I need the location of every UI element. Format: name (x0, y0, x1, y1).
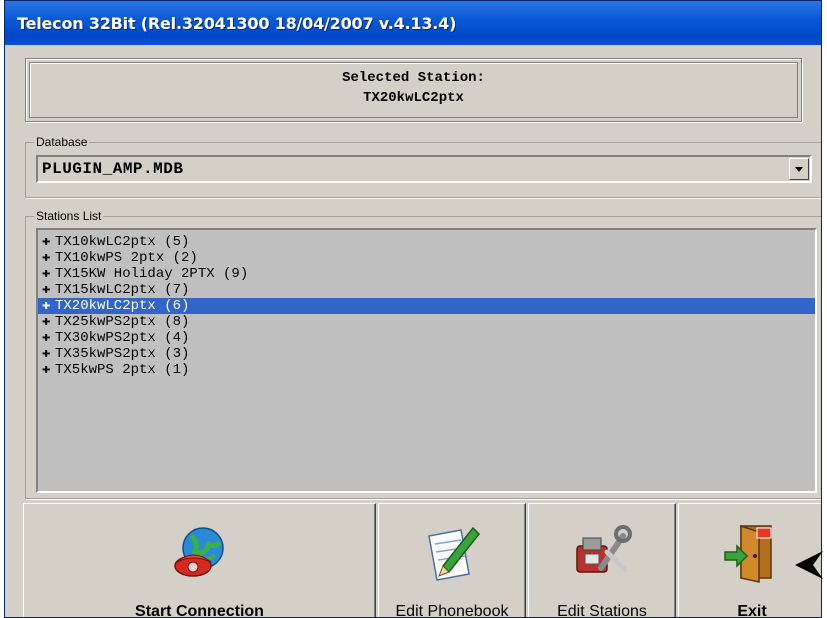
list-item[interactable]: ✚ TX10kwPS 2ptx (2) (38, 250, 815, 266)
list-item[interactable]: ✚ TX25kwPS2ptx (8) (38, 314, 815, 330)
list-item-label: TX15KW Holiday 2PTX (9) (55, 266, 249, 282)
database-group: Database PLUGIN_AMP.MDB (25, 135, 821, 198)
list-item[interactable]: ✚ TX35kwPS2ptx (3) (38, 346, 815, 362)
list-item[interactable]: ✚ TX10kwLC2ptx (5) (38, 234, 815, 250)
edit-phonebook-label: Edit Phonebook (395, 603, 509, 618)
title-bar[interactable]: Telecon 32Bit (Rel.32041300 18/04/2007 v… (5, 1, 821, 45)
plus-icon[interactable]: ✚ (42, 346, 53, 362)
list-item-label: TX30kwPS2ptx (4) (55, 330, 190, 346)
list-item-label: TX20kwLC2ptx (6) (55, 298, 190, 314)
app-window: Telecon 32Bit (Rel.32041300 18/04/2007 v… (4, 0, 822, 618)
database-select[interactable]: PLUGIN_AMP.MDB (36, 155, 812, 183)
plus-icon[interactable]: ✚ (42, 362, 53, 378)
edit-stations-label: Edit Stations (557, 603, 647, 618)
plus-icon[interactable]: ✚ (42, 298, 53, 314)
edit-phonebook-button[interactable]: Edit Phonebook (378, 503, 526, 618)
selected-station-value: TX20kwLC2ptx (363, 90, 464, 106)
list-item-label: TX5kwPS 2ptx (1) (55, 362, 190, 378)
exit-door-icon (724, 524, 772, 583)
stations-list[interactable]: ✚ TX10kwLC2ptx (5) ✚ TX10kwPS 2ptx (2) ✚ TX15… (36, 228, 817, 493)
database-value: PLUGIN_AMP.MDB (42, 160, 184, 178)
window-title: Telecon 32Bit (Rel.32041300 18/04/2007 v… (17, 14, 457, 33)
list-item-label: TX10kwLC2ptx (5) (55, 234, 190, 250)
database-label: Database (34, 135, 90, 149)
database-dropdown-button[interactable] (789, 158, 809, 180)
list-item[interactable]: ✚ TX30kwPS2ptx (4) (38, 330, 815, 346)
list-item[interactable]: ✚ TX20kwLC2ptx (6) (38, 298, 815, 314)
pen-paper-icon (428, 526, 481, 581)
list-item-label: TX15kwLC2ptx (7) (55, 282, 190, 298)
list-item[interactable]: ✚ TX15KW Holiday 2PTX (9) (38, 266, 815, 282)
tools-icon (576, 525, 632, 573)
list-item-label: TX35kwPS2ptx (3) (55, 346, 190, 362)
list-item[interactable]: ✚ TX15kwLC2ptx (7) (38, 282, 815, 298)
exit-label: Exit (737, 603, 767, 618)
plus-icon[interactable]: ✚ (42, 314, 53, 330)
pointer-arrow-icon (795, 551, 823, 579)
stations-label: Stations List (34, 209, 104, 223)
list-item-label: TX25kwPS2ptx (8) (55, 314, 190, 330)
start-connection-button[interactable]: Start Connection (23, 503, 376, 618)
list-item[interactable]: ✚ TX5kwPS 2ptx (1) (38, 362, 815, 378)
plus-icon[interactable]: ✚ (42, 266, 53, 282)
start-connection-label: Start Connection (135, 603, 264, 618)
phone-globe-icon (173, 527, 224, 577)
list-item-label: TX10kwPS 2ptx (2) (55, 250, 198, 266)
plus-icon[interactable]: ✚ (42, 282, 53, 298)
button-bar: Start Connection Edit Phonebook Edit Sta… (5, 503, 821, 618)
plus-icon[interactable]: ✚ (42, 330, 53, 346)
plus-icon[interactable]: ✚ (42, 250, 53, 266)
edit-stations-button[interactable]: Edit Stations (528, 503, 676, 618)
selected-station-caption: Selected Station: (342, 70, 485, 86)
stations-group: Stations List ✚ TX10kwLC2ptx (5) ✚ TX10kwPS… (25, 209, 821, 499)
plus-icon[interactable]: ✚ (42, 234, 53, 250)
chevron-down-icon (795, 167, 803, 172)
selected-station-panel: Selected Station: TX20kwLC2ptx (25, 58, 802, 122)
